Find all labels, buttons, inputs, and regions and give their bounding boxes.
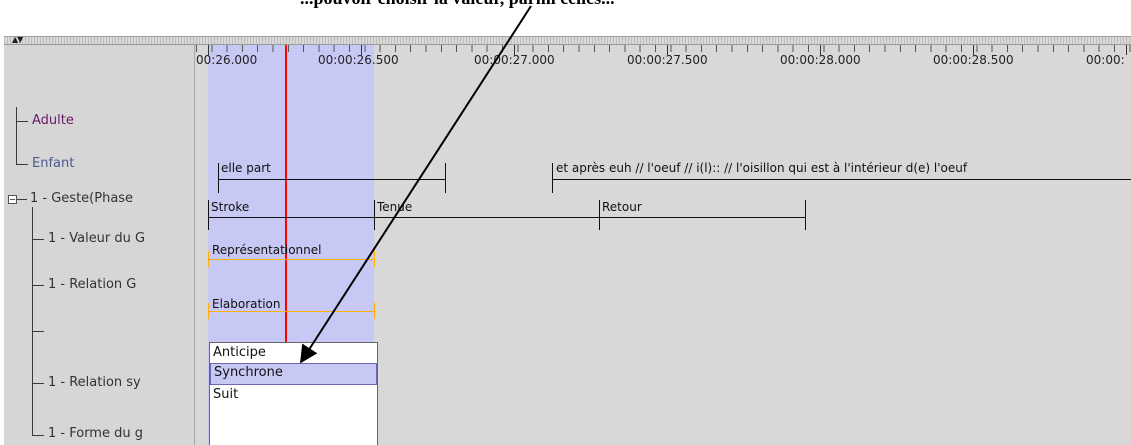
annotation-span bbox=[208, 311, 375, 312]
annotation-retour[interactable]: Retour bbox=[602, 200, 642, 214]
annotation-boundary bbox=[552, 163, 553, 193]
annotation-enfant-1[interactable]: elle part bbox=[221, 161, 271, 175]
tree-connector bbox=[32, 331, 44, 332]
expand-toggle-icon[interactable]: − bbox=[8, 195, 17, 204]
annotation-span bbox=[208, 259, 375, 260]
value-dropdown-list[interactable]: Anticipe Synchrone Suit bbox=[209, 342, 378, 445]
tree-connector bbox=[32, 239, 44, 240]
tree-connector bbox=[16, 121, 28, 122]
annotation-boundary bbox=[374, 251, 375, 267]
tier-label-geste[interactable]: 1 - Geste(Phase bbox=[30, 191, 133, 206]
annotation-span bbox=[208, 217, 805, 218]
dropdown-option-anticipe[interactable]: Anticipe bbox=[210, 343, 377, 363]
tree-connector bbox=[32, 383, 44, 384]
annotation-valeur[interactable]: Représentationnel bbox=[212, 243, 321, 257]
ruler-tick-label: 00:00:27.000 bbox=[474, 53, 555, 67]
annotation-boundary bbox=[208, 251, 209, 267]
annotation-tenue[interactable]: Tenue bbox=[377, 200, 412, 214]
annotation-boundary bbox=[208, 200, 209, 230]
ruler-major-ticks bbox=[208, 45, 1131, 55]
ruler-tick-label: 00:26.000 bbox=[196, 53, 258, 67]
tree-connector bbox=[16, 164, 28, 165]
ruler-tick-label: 00:00:27.500 bbox=[627, 53, 708, 67]
collapse-arrows-icon[interactable]: ▲▼ bbox=[12, 36, 23, 44]
tier-label-adulte[interactable]: Adulte bbox=[32, 113, 74, 128]
annotation-boundary bbox=[218, 163, 219, 193]
annotation-span bbox=[218, 179, 446, 180]
dropdown-option-suit[interactable]: Suit bbox=[210, 385, 377, 405]
annotation-window: ▲▼ Adulte Enfant − 1 - Geste(Phase 1 - V… bbox=[4, 36, 1131, 445]
tree-connector bbox=[32, 435, 44, 436]
tier-label-relation-g[interactable]: 1 - Relation G bbox=[48, 277, 136, 292]
annotation-boundary bbox=[805, 200, 806, 230]
tier-label-enfant[interactable]: Enfant bbox=[32, 156, 74, 171]
panel-divider[interactable]: ▲▼ bbox=[4, 36, 1131, 45]
tier-label-forme[interactable]: 1 - Forme du g bbox=[48, 426, 143, 441]
tier-label-relation-sy[interactable]: 1 - Relation sy bbox=[48, 375, 141, 390]
annotation-boundary bbox=[374, 303, 375, 319]
annotation-boundary bbox=[599, 200, 600, 230]
ruler-tick-label: 00:00: bbox=[1086, 53, 1125, 67]
page-caption: ...pouvoir choisir la valeur, parmi cell… bbox=[300, 0, 615, 9]
tier-label-valeur[interactable]: 1 - Valeur du G bbox=[48, 231, 145, 246]
annotation-span bbox=[552, 179, 1131, 180]
annotation-relation[interactable]: Elaboration bbox=[212, 297, 281, 311]
annotation-boundary bbox=[374, 200, 375, 230]
annotation-stroke[interactable]: Stroke bbox=[211, 200, 249, 214]
time-ruler[interactable]: 00:26.000 00:00:26.500 00:00:27.000 00:0… bbox=[196, 45, 1131, 67]
timeline-viewer[interactable]: 00:26.000 00:00:26.500 00:00:27.000 00:0… bbox=[196, 45, 1131, 445]
annotation-boundary bbox=[208, 303, 209, 319]
dropdown-option-synchrone[interactable]: Synchrone bbox=[210, 363, 377, 385]
tree-connector bbox=[32, 207, 33, 435]
ruler-tick-label: 00:00:28.500 bbox=[933, 53, 1014, 67]
tree-connector bbox=[17, 199, 27, 200]
tree-connector bbox=[16, 107, 17, 164]
tier-tree-panel: Adulte Enfant − 1 - Geste(Phase 1 - Vale… bbox=[4, 45, 195, 445]
annotation-boundary bbox=[445, 163, 446, 193]
ruler-tick-label: 00:00:26.500 bbox=[318, 53, 399, 67]
annotation-enfant-2[interactable]: et après euh // l'oeuf // i(l):: // l'oi… bbox=[556, 161, 967, 175]
ruler-tick-label: 00:00:28.000 bbox=[780, 53, 861, 67]
tree-connector bbox=[32, 285, 44, 286]
